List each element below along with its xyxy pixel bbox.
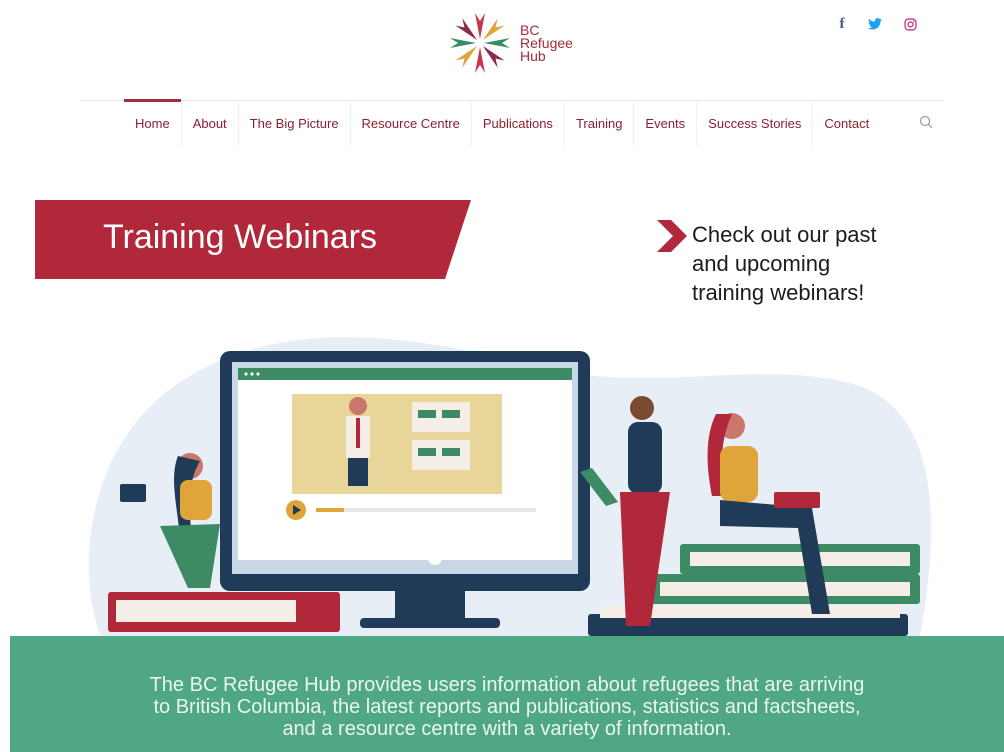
main-nav: Home About The Big Picture Resource Cent…	[124, 99, 880, 146]
nav-item-home[interactable]: Home	[124, 99, 182, 146]
instagram-icon[interactable]	[901, 14, 919, 34]
nav-item-training[interactable]: Training	[565, 100, 635, 146]
chevron-right-icon	[657, 220, 687, 252]
intro-line-2: to British Columbia, the latest reports …	[153, 696, 861, 718]
nav-item-label: The Big Picture	[249, 115, 339, 131]
nav-item-label: Training	[575, 115, 623, 131]
nav-item-the-big-picture[interactable]: The Big Picture	[239, 100, 351, 146]
intro-line-1: The BC Refugee Hub provides users inform…	[149, 674, 865, 696]
nav-item-label: Events	[645, 115, 686, 131]
intro-text: The BC Refugee Hub provides users inform…	[10, 674, 1004, 740]
cta-text: Check out our past and upcoming training…	[692, 220, 952, 307]
intro-band: The BC Refugee Hub provides users inform…	[10, 636, 1004, 752]
nav-item-contact[interactable]: Contact	[813, 100, 880, 146]
intro-line-3: and a resource centre with a variety of …	[282, 718, 732, 740]
search-icon[interactable]	[918, 114, 936, 132]
nav-item-label: Success Stories	[708, 115, 802, 131]
hero-banner-title: Training Webinars	[102, 218, 377, 256]
flower-star-logo-icon	[450, 13, 510, 73]
nav-item-label: Publications	[482, 115, 553, 131]
logo-text: BC Refugee Hub	[520, 23, 573, 64]
twitter-icon[interactable]	[866, 14, 884, 34]
cta-line-2: and upcoming	[692, 251, 831, 276]
nav-item-resource-centre[interactable]: Resource Centre	[351, 100, 472, 146]
nav-item-about[interactable]: About	[182, 100, 239, 146]
site-logo[interactable]: BC Refugee Hub	[444, 6, 594, 80]
nav-item-label: Resource Centre	[361, 115, 460, 131]
webinar-illustration	[88, 337, 932, 636]
nav-item-label: Home	[135, 115, 170, 131]
nav-item-label: Contact	[824, 115, 870, 131]
nav-item-label: About	[192, 115, 227, 131]
nav-item-success-stories[interactable]: Success Stories	[697, 100, 814, 146]
nav-item-events[interactable]: Events	[634, 100, 698, 146]
facebook-icon[interactable]: f	[835, 14, 849, 34]
logo-line-3: Hub	[520, 47, 546, 64]
cta-line-1: Check out our past	[692, 222, 877, 247]
nav-item-publications[interactable]: Publications	[472, 100, 565, 146]
